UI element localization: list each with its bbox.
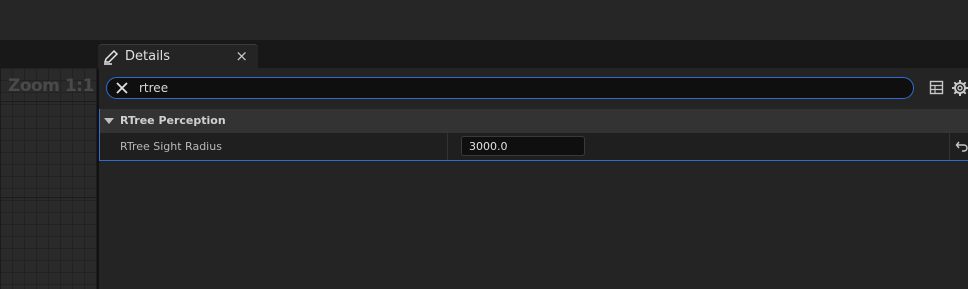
gear-icon[interactable]	[951, 79, 968, 97]
details-panel: RTree Perception RTree Sight Radius	[99, 68, 968, 289]
sight-radius-field[interactable]	[461, 136, 585, 156]
reset-to-default-icon[interactable]	[955, 139, 968, 153]
graph-viewport[interactable]: Zoom 1:1	[0, 68, 97, 289]
search-box	[106, 77, 914, 99]
chevron-down-icon[interactable]	[104, 118, 114, 124]
pencil-icon	[103, 49, 119, 65]
category-header-rtree-perception[interactable]: RTree Perception	[99, 109, 968, 133]
category-label: RTree Perception	[120, 114, 226, 127]
close-tab-button[interactable]: ×	[235, 47, 248, 65]
top-toolbar-area	[0, 0, 968, 40]
property-name: RTree Sight Radius	[120, 140, 222, 153]
reset-column-divider	[949, 133, 950, 160]
column-splitter[interactable]	[447, 133, 448, 160]
tab-details[interactable]: Details ×	[98, 44, 258, 69]
close-icon[interactable]	[115, 81, 129, 95]
search-input[interactable]	[139, 79, 899, 97]
table-icon[interactable]	[929, 80, 944, 95]
tab-title: Details	[125, 49, 171, 64]
zoom-label: Zoom 1:1	[8, 76, 94, 96]
property-row: RTree Sight Radius	[99, 133, 968, 161]
